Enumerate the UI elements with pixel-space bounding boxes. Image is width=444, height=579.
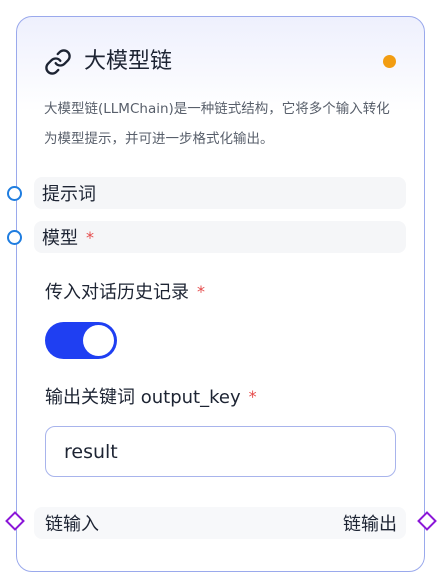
required-mark: * <box>86 227 94 247</box>
history-label-text: 传入对话历史记录 <box>45 282 189 303</box>
node-title: 大模型链 <box>84 49 173 74</box>
toggle-knob <box>83 325 114 356</box>
link-icon <box>44 48 72 76</box>
node-description: 大模型链(LLMChain)是一种链式结构，它将多个输入转化为模型提示，并可进一… <box>44 101 390 147</box>
required-mark: * <box>197 281 205 301</box>
required-mark: * <box>248 386 257 406</box>
output-key-input[interactable] <box>45 426 396 477</box>
chain-output-label: 链输出 <box>343 514 397 535</box>
param-row-model[interactable]: 模型 * <box>34 221 406 253</box>
param-row-prompt[interactable]: 提示词 <box>34 177 406 209</box>
model-input-handle[interactable] <box>7 230 22 245</box>
param-label-model: 模型 <box>42 228 78 249</box>
history-toggle[interactable] <box>45 322 117 359</box>
prompt-input-handle[interactable] <box>7 186 22 201</box>
output-key-label-text: 输出关键词 output_key <box>45 387 241 408</box>
status-indicator <box>383 55 396 68</box>
output-key-field-label: 输出关键词 output_key * <box>45 383 257 409</box>
chain-input-label: 链输入 <box>45 514 99 535</box>
history-field-label: 传入对话历史记录 * <box>45 278 205 304</box>
node-header: 大模型链 <box>44 44 172 80</box>
param-label-prompt: 提示词 <box>42 184 96 205</box>
